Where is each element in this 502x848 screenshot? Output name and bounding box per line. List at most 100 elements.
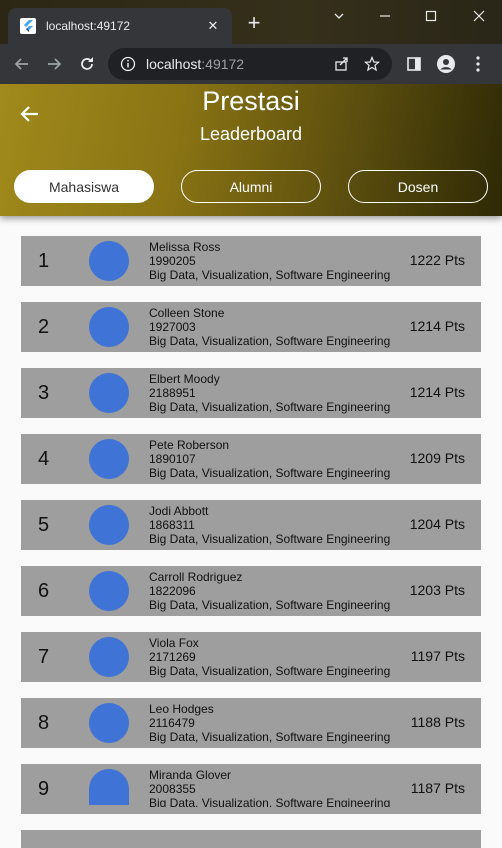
plus-icon[interactable]: + — [242, 12, 266, 36]
entry-info: Viola Fox 2171269 Big Data, Visualizatio… — [149, 636, 390, 678]
entry-interests: Big Data, Visualization, Software Engine… — [149, 466, 391, 480]
maximize-icon[interactable] — [408, 0, 454, 32]
entry-name: Carroll Rodriguez — [149, 570, 243, 584]
entry-interests: Big Data, Visualization, Software Engine… — [149, 664, 391, 678]
browser-toolbar: localhost:49172 — [0, 44, 502, 84]
entry-id: 2008355 — [149, 782, 196, 796]
minimize-icon[interactable] — [362, 0, 408, 32]
list-item[interactable]: 1 Melissa Ross 1990205 Big Data, Visuali… — [21, 236, 481, 286]
entry-name: Miranda Glover — [149, 768, 232, 782]
list-item[interactable]: 7 Viola Fox 2171269 Big Data, Visualizat… — [21, 632, 481, 682]
list-item[interactable]: 3 Elbert Moody 2188951 Big Data, Visuali… — [21, 368, 481, 418]
entry-points: 1209 Pts — [409, 450, 465, 466]
avatar — [89, 637, 129, 677]
avatar — [89, 439, 129, 479]
entry-info: Leo Hodges 2116479 Big Data, Visualizati… — [149, 702, 390, 744]
entry-points: 1197 Pts — [410, 648, 465, 664]
rank-number: 4 — [38, 448, 50, 470]
tab-mahasiswa[interactable]: Mahasiswa — [14, 170, 154, 203]
entry-points: 1188 Pts — [410, 714, 465, 730]
avatar — [89, 307, 129, 347]
list-item[interactable]: 2 Colleen Stone 1927003 Big Data, Visual… — [21, 302, 481, 352]
url-text[interactable]: localhost:49172 — [146, 56, 332, 72]
page-title: Prestasi — [202, 86, 300, 116]
entry-id: 1822096 — [149, 584, 196, 598]
avatar — [89, 769, 129, 805]
forward-arrow-icon[interactable] — [42, 52, 66, 76]
entry-info: Melissa Ross 1990205 Big Data, Visualiza… — [149, 240, 390, 282]
entry-points: 1203 Pts — [409, 582, 465, 598]
entry-points: 1214 Pts — [409, 318, 465, 334]
info-icon[interactable] — [120, 56, 136, 72]
entry-id: 2188951 — [149, 386, 196, 400]
rank-number: 1 — [38, 250, 50, 272]
page-subtitle: Leaderboard — [199, 124, 303, 144]
avatar — [89, 571, 129, 611]
entry-interests: Big Data, Visualization, Software Engine… — [149, 334, 391, 348]
rank-number: 7 — [38, 646, 50, 668]
entry-interests: Big Data, Visualization, Software Engine… — [149, 400, 391, 414]
reload-icon[interactable] — [75, 52, 99, 76]
url-port: :49172 — [201, 56, 245, 72]
rank-number: 3 — [38, 382, 50, 404]
list-item[interactable]: 4 Pete Roberson 1890107 Big Data, Visual… — [21, 434, 481, 484]
avatar — [89, 373, 129, 413]
entry-info: Carroll Rodriguez 1822096 Big Data, Visu… — [149, 570, 390, 612]
entry-info: Elbert Moody 2188951 Big Data, Visualiza… — [149, 372, 390, 414]
close-icon[interactable]: ✕ — [202, 18, 224, 34]
entry-id: 1927003 — [149, 320, 196, 334]
flutter-favicon — [20, 18, 36, 34]
avatar — [89, 703, 129, 743]
list-item[interactable]: 8 Leo Hodges 2116479 Big Data, Visualiza… — [21, 698, 481, 748]
entry-interests: Big Data, Visualization, Software Engine… — [149, 796, 391, 807]
list-item[interactable]: 6 Carroll Rodriguez 1822096 Big Data, Vi… — [21, 566, 481, 616]
back-arrow-icon[interactable] — [10, 52, 34, 76]
chevron-down-icon[interactable] — [316, 0, 362, 32]
entry-id: 1990205 — [149, 254, 196, 268]
list-item-partial[interactable] — [21, 830, 481, 848]
rank-number: 2 — [38, 316, 50, 338]
entry-name: Pete Roberson — [149, 438, 230, 452]
more-vert-icon[interactable] — [468, 54, 488, 74]
rank-number: 6 — [38, 580, 50, 602]
profile-icon[interactable] — [436, 54, 456, 74]
entry-points: 1214 Pts — [409, 384, 465, 400]
tab-title: localhost:49172 — [46, 19, 131, 33]
address-bar[interactable]: localhost:49172 — [108, 48, 392, 80]
entry-name: Elbert Moody — [149, 372, 220, 386]
sidebar-icon[interactable] — [404, 54, 424, 74]
rank-number: 8 — [38, 712, 50, 734]
entry-info: Miranda Glover 2008355 Big Data, Visuali… — [149, 768, 390, 807]
entry-interests: Big Data, Visualization, Software Engine… — [149, 730, 391, 744]
entry-name: Viola Fox — [149, 636, 199, 650]
list-item[interactable]: 5 Jodi Abbott 1868311 Big Data, Visualiz… — [21, 500, 481, 550]
rank-number: 9 — [38, 778, 50, 800]
rank-number: 5 — [38, 514, 50, 536]
entry-id: 1868311 — [149, 518, 195, 532]
entry-id: 2116479 — [149, 716, 195, 730]
app-viewport: Prestasi Leaderboard Mahasiswa Alumni Do… — [0, 84, 502, 848]
entry-points: 1187 Pts — [410, 780, 465, 796]
entry-info: Pete Roberson 1890107 Big Data, Visualiz… — [149, 438, 390, 480]
entry-info: Colleen Stone 1927003 Big Data, Visualiz… — [149, 306, 390, 348]
list-item[interactable]: 9 Miranda Glover 2008355 Big Data, Visua… — [21, 764, 481, 814]
entry-name: Melissa Ross — [149, 240, 221, 254]
url-host: localhost — [146, 56, 202, 72]
close-window-icon[interactable] — [456, 0, 502, 32]
entry-points: 1222 Pts — [409, 252, 465, 268]
browser-titlebar: localhost:49172 ✕ + — [0, 0, 502, 44]
app-header: Prestasi Leaderboard Mahasiswa Alumni Do… — [0, 84, 502, 216]
entry-name: Jodi Abbott — [149, 504, 209, 518]
share-icon[interactable] — [332, 54, 352, 74]
avatar — [89, 505, 129, 545]
entry-points: 1204 Pts — [409, 516, 465, 532]
browser-tab[interactable]: localhost:49172 ✕ — [8, 8, 232, 44]
tab-dosen[interactable]: Dosen — [348, 170, 488, 203]
entry-info: Jodi Abbott 1868311 Big Data, Visualizat… — [149, 504, 390, 546]
tab-alumni[interactable]: Alumni — [181, 170, 321, 203]
star-icon[interactable] — [362, 54, 382, 74]
entry-name: Colleen Stone — [149, 306, 225, 320]
entry-interests: Big Data, Visualization, Software Engine… — [149, 532, 391, 546]
entry-interests: Big Data, Visualization, Software Engine… — [149, 598, 391, 612]
entry-id: 2171269 — [149, 650, 196, 664]
